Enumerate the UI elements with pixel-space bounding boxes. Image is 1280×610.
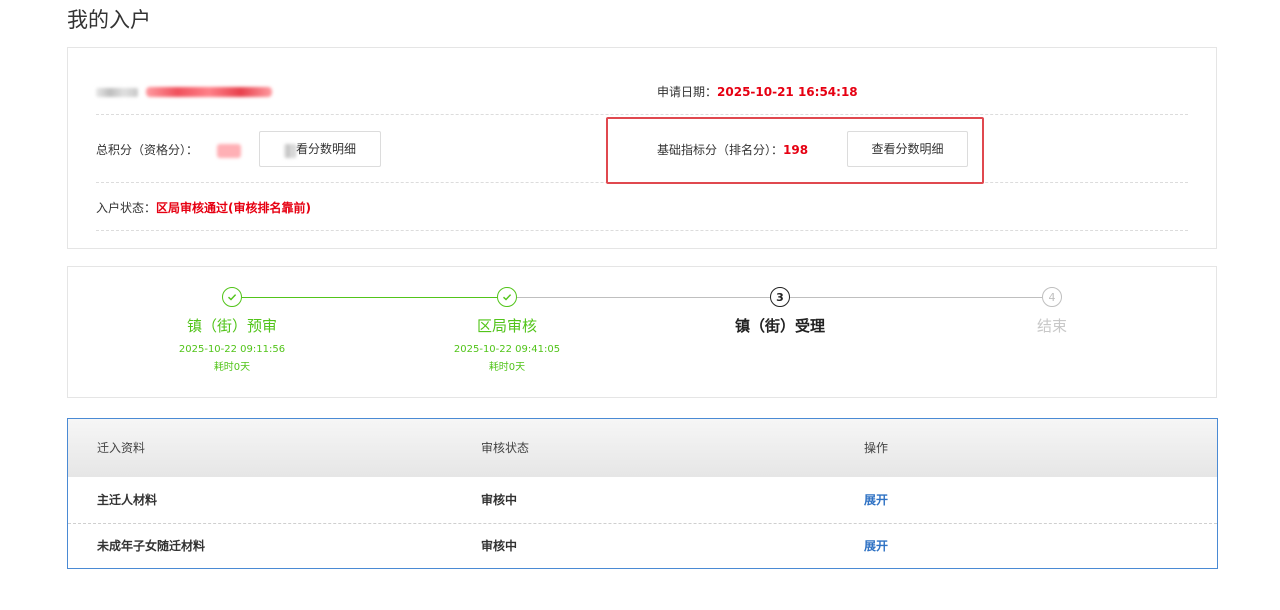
total-score-label: 总积分（资格分）： — [96, 143, 199, 157]
row-status: 审核中 — [481, 493, 518, 507]
redacted-button-char — [283, 143, 296, 158]
step-2-label: 区局审核 — [476, 317, 537, 335]
materials-table: 迁入资料 审核状态 操作 主迁人材料 审核中 展开 未成年子女随迁材料 审核中 … — [67, 418, 1218, 569]
apply-date: 申请日期：2025-10-21 16:54:18 — [657, 84, 858, 100]
status-label: 入户状态： — [96, 201, 157, 215]
row-material: 未成年子女随迁材料 — [97, 539, 206, 553]
total-score-detail-label: 看分数明细 — [295, 142, 356, 156]
step-2-duration: 耗时0天 — [488, 362, 526, 373]
step-1-label: 镇（街）预审 — [186, 317, 277, 335]
step-1-check-icon — [222, 287, 242, 307]
residency-status: 入户状态：区局审核通过(审核排名靠前) — [96, 200, 311, 216]
header-action: 操作 — [864, 441, 889, 455]
table-header: 迁入资料 审核状态 操作 — [68, 419, 1217, 477]
step-connector-pending — [517, 297, 770, 298]
redacted-applicant-name — [146, 87, 272, 97]
step-1-date: 2025-10-22 09:11:56 — [178, 344, 286, 355]
step-4-number: 4 — [1048, 290, 1056, 304]
step-connector-pending — [790, 297, 1042, 298]
redacted-applicant-id — [96, 88, 138, 97]
row-divider — [96, 114, 1188, 115]
table-row: 主迁人材料 审核中 展开 — [68, 477, 1217, 523]
redacted-total-score — [217, 144, 241, 158]
apply-date-value: 2025-10-21 16:54:18 — [717, 85, 858, 99]
expand-link[interactable]: 展开 — [864, 492, 888, 508]
header-material: 迁入资料 — [97, 441, 146, 455]
page-title: 我的入户 — [67, 8, 151, 32]
step-1-duration: 耗时0天 — [213, 362, 251, 373]
step-4-label: 结束 — [1036, 317, 1067, 335]
highlight-annotation-box — [606, 117, 984, 184]
row-material: 主迁人材料 — [97, 493, 158, 507]
total-score: 总积分（资格分）： — [96, 142, 198, 158]
total-score-detail-button[interactable]: 看分数明细 — [259, 131, 381, 167]
row-status: 审核中 — [481, 539, 518, 553]
step-connector-done — [242, 297, 497, 298]
step-4-number-icon: 4 — [1042, 287, 1062, 307]
expand-link[interactable]: 展开 — [864, 538, 888, 554]
step-2-check-icon — [497, 287, 517, 307]
step-2-date: 2025-10-22 09:41:05 — [453, 344, 561, 355]
status-value: 区局审核通过(审核排名靠前) — [156, 201, 311, 215]
apply-date-label: 申请日期： — [657, 85, 718, 99]
step-3-number-icon: 3 — [770, 287, 790, 307]
step-3-number: 3 — [776, 290, 784, 304]
row-divider — [96, 230, 1188, 231]
table-row: 未成年子女随迁材料 审核中 展开 — [68, 523, 1217, 569]
step-3-label: 镇（街）受理 — [734, 317, 825, 335]
header-status: 审核状态 — [481, 441, 530, 455]
